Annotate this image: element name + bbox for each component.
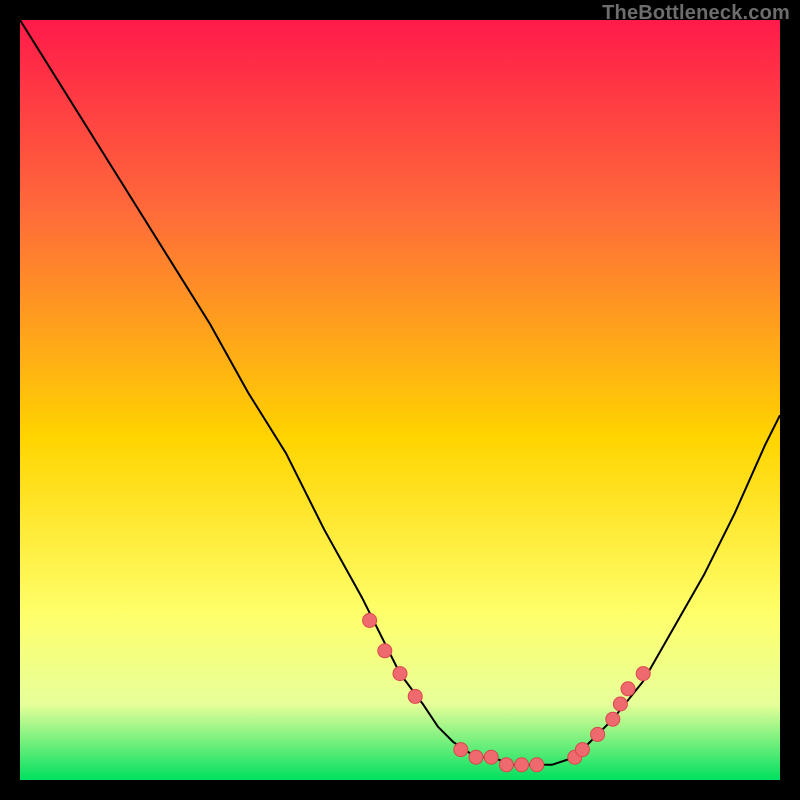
- data-point: [606, 712, 620, 726]
- data-point: [575, 743, 589, 757]
- data-point: [613, 697, 627, 711]
- data-point: [469, 750, 483, 764]
- data-point: [378, 644, 392, 658]
- data-point: [363, 613, 377, 627]
- data-point: [636, 667, 650, 681]
- data-point: [499, 758, 513, 772]
- chart-stage: TheBottleneck.com: [0, 0, 800, 800]
- gradient-background: [20, 20, 780, 780]
- plot-area: [20, 20, 780, 780]
- data-point: [591, 727, 605, 741]
- data-point: [484, 750, 498, 764]
- data-point: [393, 667, 407, 681]
- data-point: [621, 682, 635, 696]
- data-point: [530, 758, 544, 772]
- data-point: [454, 743, 468, 757]
- data-point: [408, 689, 422, 703]
- chart-svg: [20, 20, 780, 780]
- data-point: [515, 758, 529, 772]
